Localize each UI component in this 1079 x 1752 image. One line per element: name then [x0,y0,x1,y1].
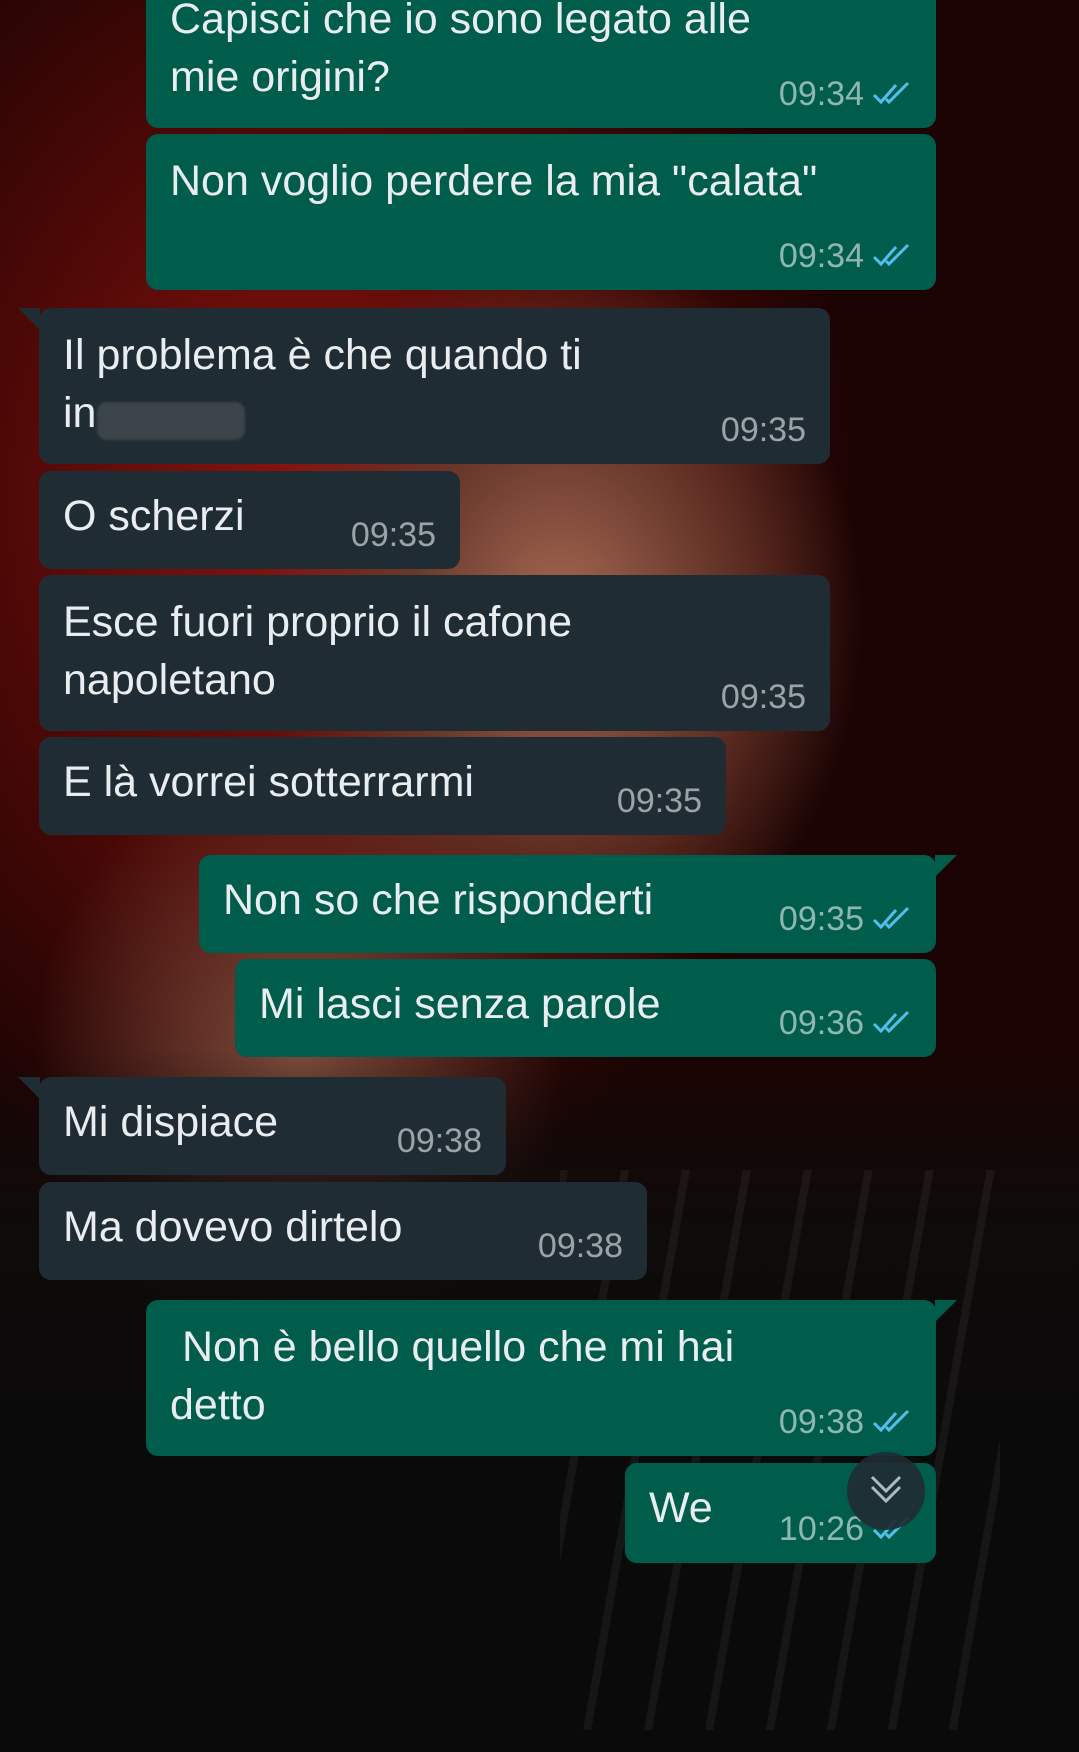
message-time: 09:38 [396,1122,482,1160]
message-meta: 09:35 [721,677,806,717]
scroll-to-bottom-button[interactable] [847,1452,925,1530]
message-meta: 09:35 [779,899,914,939]
message-bubble-incoming[interactable]: Ma dovevo dirtelo 09:38 [39,1182,647,1280]
message-time: 09:36 [778,1004,864,1042]
message-bubble-outgoing[interactable]: Non voglio perdere la mia "calata" 09:34 [146,134,936,290]
message-bubble-outgoing[interactable]: Mi lasci senza parole 09:36 [235,959,936,1057]
message-time: 09:38 [537,1227,623,1265]
message-bubble-outgoing[interactable]: Capisci che io sono legato alle mie orig… [146,0,936,128]
bubble-tail [935,855,957,877]
bubble-tail [935,1300,957,1322]
message-time: 09:34 [778,75,864,113]
message-meta: 09:35 [351,515,436,555]
message-time: 09:35 [778,900,864,938]
double-check-icon [872,1010,914,1036]
message-meta: 09:35 [721,410,806,450]
message-meta: 09:38 [779,1402,914,1442]
message-time: 09:34 [778,237,864,275]
bubble-tail [18,308,40,330]
double-check-icon [872,81,914,107]
message-bubble-incoming[interactable]: Mi dispiace 09:38 [39,1077,506,1175]
bubble-tail [18,1077,40,1099]
message-time: 09:35 [350,516,436,554]
message-time: 09:38 [778,1403,864,1441]
message-meta: 09:34 [779,74,914,114]
double-check-icon [872,906,914,932]
chevron-double-down-icon [866,1469,906,1514]
message-time: 10:26 [778,1510,864,1548]
message-time: 09:35 [616,782,702,820]
message-text: Esce fuori proprio il cafone napoletano [63,598,573,704]
redaction-blur [97,402,245,440]
message-meta: 09:35 [617,781,702,821]
message-bubble-incoming[interactable]: O scherzi 09:35 [39,471,460,569]
message-text: E là vorrei sotterrarmi [63,758,474,806]
message-meta: 09:38 [397,1121,482,1161]
double-check-icon [872,1409,914,1435]
message-meta: 09:36 [779,1003,914,1043]
message-bubble-incoming[interactable]: E là vorrei sotterrarmi 09:35 [39,737,726,835]
message-time: 09:35 [720,411,806,449]
message-bubble-outgoing[interactable]: Non è bello quello che mi hai detto 09:3… [146,1300,936,1456]
message-text: Non voglio perdere la mia "calata" [170,157,818,205]
message-meta: 09:34 [779,236,914,276]
message-bubble-outgoing[interactable]: Non so che risponderti 09:35 [199,855,936,953]
message-time: 09:35 [720,678,806,716]
double-check-icon [872,243,914,269]
message-bubble-incoming[interactable]: Esce fuori proprio il cafone napoletano … [39,575,830,731]
message-bubble-incoming[interactable]: Il problema è che quando ti in 09:35 [39,308,830,464]
message-meta: 09:38 [538,1226,623,1266]
